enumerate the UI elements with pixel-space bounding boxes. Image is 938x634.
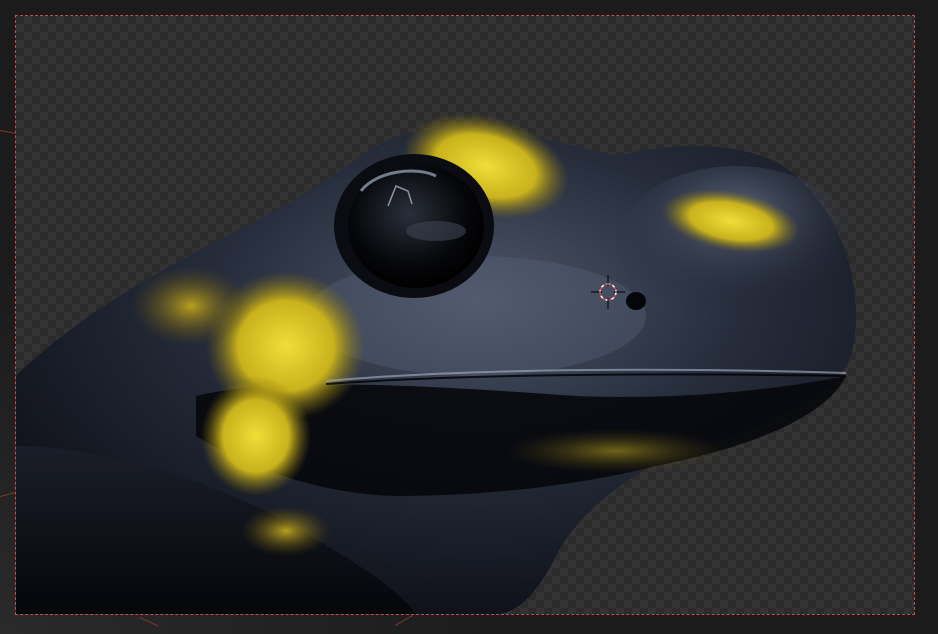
camera-frame: [15, 15, 915, 615]
3d-cursor-icon[interactable]: [591, 275, 625, 309]
render-preview: [16, 112, 856, 614]
nostril: [626, 292, 646, 310]
3d-viewport[interactable]: [0, 0, 938, 634]
